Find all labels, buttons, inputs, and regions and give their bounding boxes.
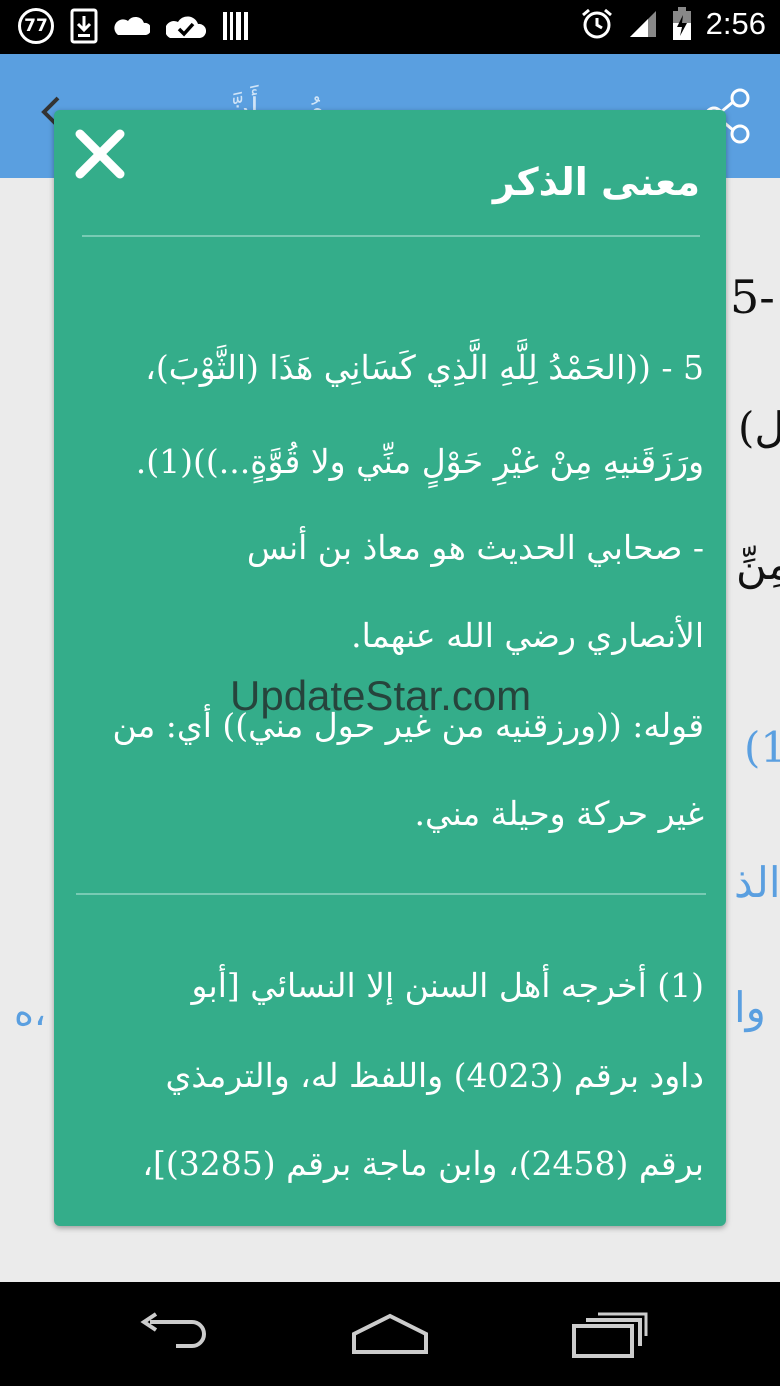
background-link: الذ: [734, 858, 780, 907]
background-text: مِنِّ: [736, 540, 780, 589]
background-text: (ال: [738, 403, 780, 452]
footnote-line: برقم (2458)، وابن ماجة برقم (3285)]،: [142, 1144, 704, 1183]
status-time: 2:56: [705, 6, 766, 41]
cloud-icon: [114, 8, 150, 44]
download-icon: [70, 8, 98, 44]
sync-check-icon: [166, 8, 206, 44]
battery-charging-icon: [672, 6, 692, 42]
background-link: وا: [734, 983, 766, 1032]
signal-icon: [628, 6, 658, 42]
recents-icon[interactable]: [572, 1312, 648, 1362]
home-icon[interactable]: [350, 1312, 430, 1360]
status-bar: 77 2:56: [0, 0, 780, 54]
body-line: الأنصاري رضي الله عنهما.: [351, 616, 704, 655]
footnote-line: (1) أخرجه أهل السنن إلا النسائي [أبو: [191, 966, 705, 1005]
footnote-divider: [76, 893, 706, 895]
body-line: غير حركة وحيلة مني.: [414, 794, 704, 833]
body-line: ورَزَقَنيهِ مِنْ غيْرِ حَوْلٍ منِّي ولا …: [135, 442, 704, 481]
background-number: 5-: [730, 270, 775, 324]
dhikr-meaning-dialog: معنى الذكر 5 - ((الحَمْدُ لِلَّهِ الَّذِ…: [54, 110, 726, 1226]
title-divider: [82, 235, 700, 237]
back-icon[interactable]: [136, 1312, 210, 1358]
body-line: 5 - ((الحَمْدُ لِلَّهِ الَّذِي كَسَانِي …: [145, 348, 704, 387]
watermark: UpdateStar.com: [230, 672, 532, 719]
close-icon: [75, 129, 125, 179]
body-line: - صحابي الحديث هو معاذ بن أنس: [246, 528, 704, 567]
barcode-icon: [222, 8, 250, 44]
background-link: (1: [744, 723, 780, 772]
navigation-bar: [0, 1282, 780, 1386]
background-link: ه،: [14, 990, 47, 1034]
close-button[interactable]: [74, 128, 126, 180]
alarm-icon: [580, 6, 614, 42]
footnote-line: داود برقم (4023) واللفظ له، والترمذي: [165, 1056, 704, 1095]
dialog-title: معنى الذكر: [492, 160, 700, 204]
notification-count-badge: 77: [18, 8, 54, 44]
